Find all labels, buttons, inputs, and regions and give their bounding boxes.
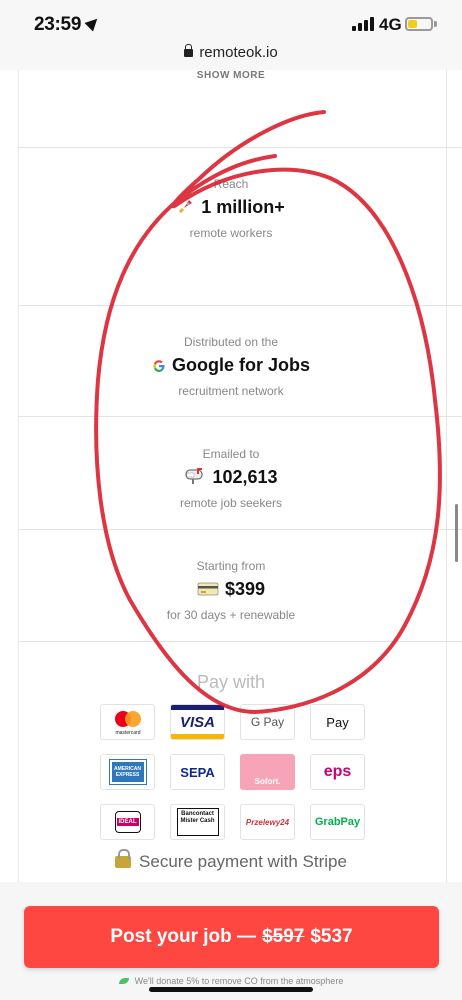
stat-reach: Reach 1 million+ remote workers	[0, 177, 462, 240]
american-express-logo: AMERICAN EXPRESS	[100, 754, 155, 790]
visa-logo: VISA	[170, 704, 225, 740]
ideal-logo: iDEAL	[100, 804, 155, 840]
show-more-link[interactable]: SHOW MORE	[0, 70, 462, 81]
post-job-label: Post your job —	[110, 926, 257, 947]
pay-with-title: Pay with	[196, 672, 266, 692]
home-indicator[interactable]	[149, 987, 313, 992]
stat-emailed: Emailed to 102,613 remote job seekers	[0, 447, 462, 510]
old-price: $597	[262, 926, 305, 947]
bancontact-logo: Bancontact Mister Cash	[170, 804, 225, 840]
lock-icon	[184, 44, 194, 57]
stat-label: Starting from	[196, 559, 266, 573]
divider	[18, 641, 462, 642]
stat-google: Distributed on the Google for Jobs recru…	[0, 335, 462, 398]
secure-payment-note: Secure payment with Stripe	[0, 849, 462, 872]
stat-value: 102,613	[0, 467, 462, 490]
mailbox-icon	[184, 467, 206, 490]
stat-sub: remote workers	[189, 226, 273, 240]
sepa-logo: SEPA	[170, 754, 225, 790]
url-text: remoteok.io	[199, 44, 278, 61]
sofort-logo: Sofort.	[240, 754, 295, 790]
new-price: $537	[310, 926, 353, 947]
rocket-icon	[177, 197, 195, 220]
stat-label: Reach	[213, 177, 249, 191]
google-pay-logo: G Pay	[240, 704, 295, 740]
scrollbar[interactable]	[455, 504, 458, 562]
mastercard-logo: mastercard	[100, 704, 155, 740]
battery-icon	[405, 17, 433, 31]
donate-note: We'll donate 5% to remove CO from the at…	[0, 976, 462, 986]
battery-level	[408, 20, 417, 28]
stat-price: Starting from $399 for 30 days + renewab…	[0, 559, 462, 622]
status-bar: 23:59 4G	[0, 0, 462, 44]
stat-value: 1 million+	[0, 197, 462, 220]
eps-logo: eps	[310, 754, 365, 790]
stat-sub: for 30 days + renewable	[166, 608, 296, 622]
divider	[18, 305, 462, 306]
stat-label: Emailed to	[202, 447, 260, 461]
location-arrow-icon	[84, 14, 102, 32]
cellular-signal-icon	[352, 17, 374, 31]
stat-label: Distributed on the	[183, 335, 279, 349]
stat-value: Google for Jobs	[0, 355, 462, 378]
svg-text:mastercard: mastercard	[115, 730, 140, 736]
stat-sub: recruitment network	[178, 384, 284, 398]
battery-cap	[434, 21, 437, 27]
post-job-button[interactable]: Post your job — $597 $537	[24, 906, 439, 968]
leaf-icon	[118, 978, 129, 984]
stat-value: $399	[0, 579, 462, 602]
padlock-icon	[115, 849, 132, 868]
grabpay-logo: GrabPay	[310, 804, 365, 840]
status-time: 23:59	[34, 14, 102, 36]
url-bar[interactable]: remoteok.io	[0, 44, 462, 70]
stat-sub: remote job seekers	[179, 496, 283, 510]
credit-card-icon	[197, 581, 219, 602]
divider	[18, 147, 462, 148]
google-icon	[152, 357, 166, 378]
apple-pay-logo: Pay	[310, 704, 365, 740]
divider	[18, 416, 462, 417]
przelewy24-logo: Przelewy24	[240, 804, 295, 840]
network-type: 4G	[379, 15, 402, 34]
divider	[18, 529, 462, 530]
